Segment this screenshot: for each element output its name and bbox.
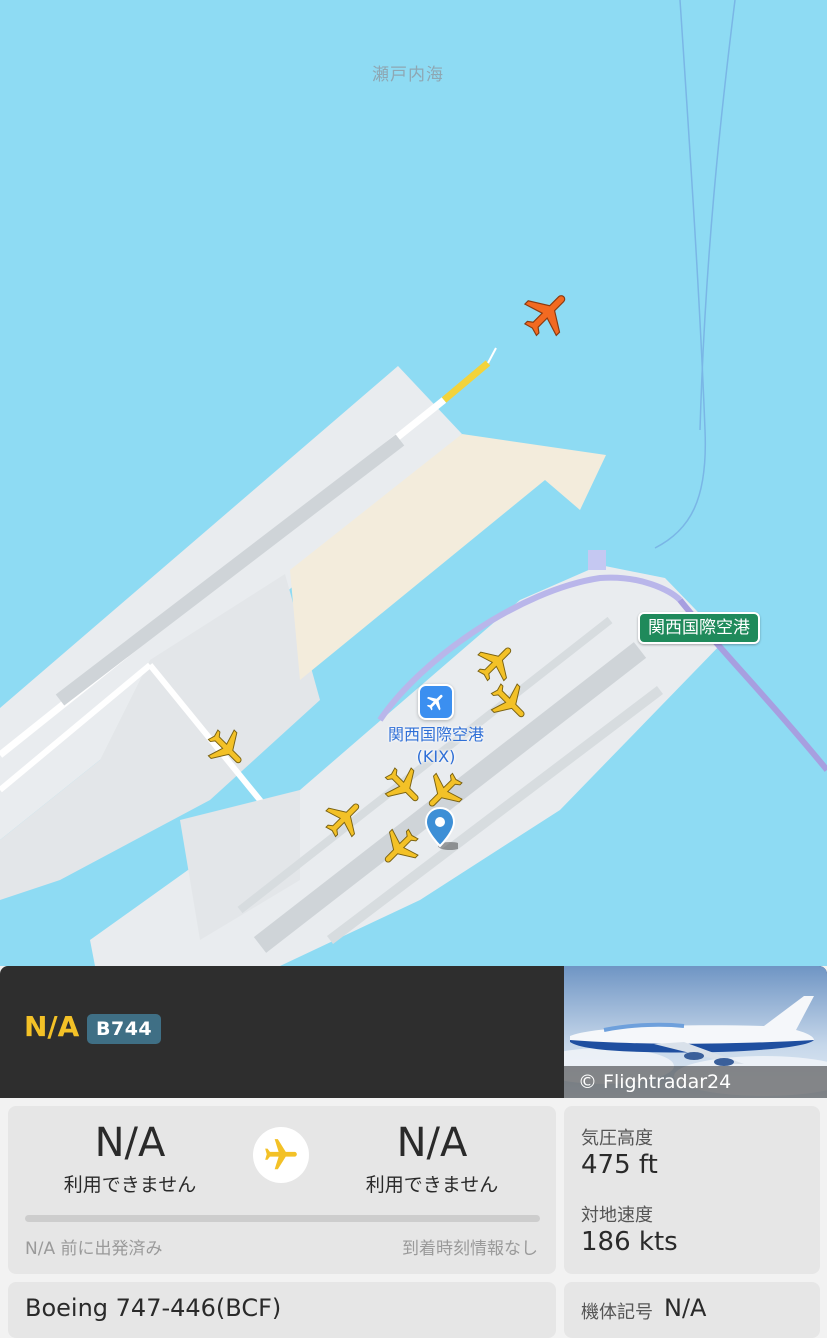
sea-label: 瀬戸内海 — [372, 65, 444, 85]
station-badge[interactable]: 関西国際空港 — [638, 612, 760, 644]
origin-status: 利用できません — [63, 1174, 197, 1196]
airport-marker-icon[interactable] — [418, 684, 454, 720]
flight-map[interactable]: 瀬戸内海 関西国際空港 (KIX) 関西国際空港 — [0, 0, 827, 966]
origin-code: N/A — [94, 1120, 166, 1166]
aircraft-icon[interactable] — [322, 796, 368, 842]
registration-label: 機体記号 — [581, 1302, 653, 1323]
altitude-label: 気圧高度 — [581, 1128, 653, 1149]
speed-label: 対地速度 — [581, 1205, 653, 1226]
airport-label[interactable]: 関西国際空港 (KIX) — [356, 724, 516, 768]
map-base — [0, 0, 827, 966]
departed-text: N/A 前に出発済み — [25, 1239, 163, 1259]
aircraft-icon[interactable] — [376, 824, 422, 870]
destination-status: 利用できません — [365, 1174, 499, 1196]
aircraft-icon[interactable] — [486, 680, 532, 726]
airport-code: (KIX) — [416, 747, 456, 766]
route-plane-icon — [253, 1127, 309, 1183]
flight-progress-bar — [25, 1215, 540, 1222]
location-pin-icon[interactable] — [424, 806, 462, 852]
airport-name: 関西国際空港 — [387, 725, 484, 744]
selected-plane-icon[interactable] — [520, 286, 576, 342]
altitude-value: 475 ft — [581, 1150, 658, 1180]
photo-credit: © Flightradar24 — [564, 1066, 827, 1098]
aircraft-type-badge: B744 — [87, 1014, 162, 1044]
arrival-text: 到着時刻情報なし — [402, 1239, 538, 1259]
flight-callsign: N/A — [24, 1010, 80, 1043]
speed-value: 186 kts — [581, 1227, 678, 1257]
destination-code: N/A — [396, 1120, 468, 1166]
aircraft-model: Boeing 747-446(BCF) — [25, 1294, 282, 1322]
aircraft-icon[interactable] — [203, 726, 249, 772]
registration-value: N/A — [664, 1294, 707, 1322]
